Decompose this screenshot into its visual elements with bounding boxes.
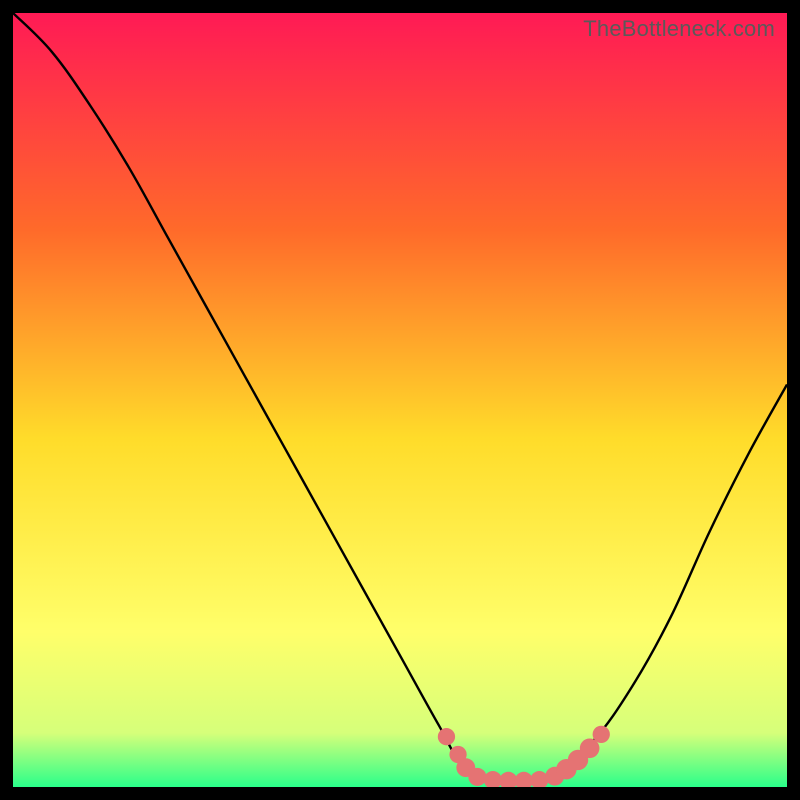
chart-background xyxy=(13,13,787,787)
curve-marker xyxy=(593,726,610,743)
curve-marker xyxy=(438,728,455,745)
curve-marker xyxy=(468,768,486,786)
chart-frame: TheBottleneck.com xyxy=(13,13,787,787)
bottleneck-chart xyxy=(13,13,787,787)
watermark-text: TheBottleneck.com xyxy=(583,16,775,42)
